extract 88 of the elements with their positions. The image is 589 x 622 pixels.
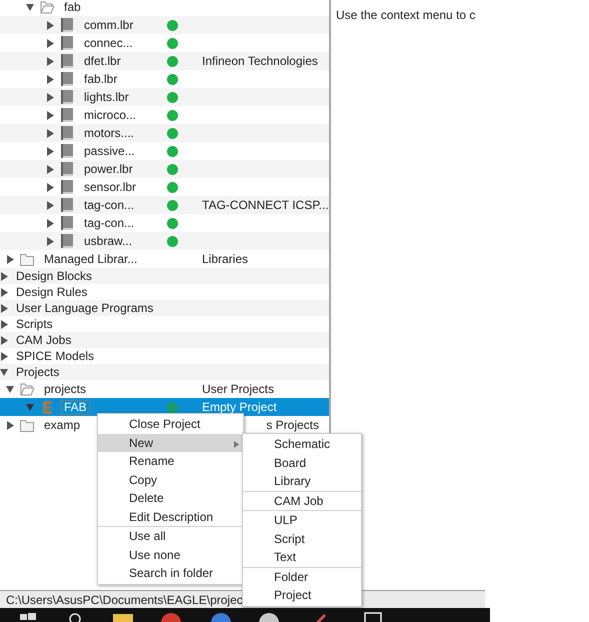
menu-item[interactable]: Library [243,472,361,490]
collapse-arrow-icon[interactable] [46,236,54,246]
item-name[interactable]: Projects [14,366,62,378]
menu-item[interactable]: Folder [243,566,361,586]
menu-item[interactable]: Edit Description [98,508,243,526]
item-description: Infineon Technologies [202,54,318,68]
item-name[interactable]: fab.lbr [82,72,120,86]
menu-item[interactable]: ULP [243,510,361,530]
item-description: TAG-CONNECT ICSP... [202,198,329,212]
item-name[interactable]: projects [42,382,88,396]
collapse-arrow-icon[interactable] [0,288,8,296]
menu-item[interactable]: Search in folder [98,564,243,582]
expand-arrow-icon[interactable] [26,2,34,12]
item-name[interactable]: fab [62,0,83,14]
collapse-arrow-icon[interactable] [46,56,54,66]
item-name[interactable]: usbraw... [82,234,134,248]
collapse-arrow-icon[interactable] [0,304,8,312]
book-icon [60,125,74,141]
item-name[interactable]: tag-con... [82,198,136,212]
collapse-arrow-icon[interactable] [46,38,54,48]
item-description: Empty Project [202,400,277,414]
menu-item[interactable]: Schematic [243,435,361,454]
book-icon [60,35,74,51]
book-icon [60,215,74,231]
item-name[interactable]: sensor.lbr [82,180,138,194]
book-icon [60,179,74,195]
menu-item[interactable]: Board [243,454,361,472]
item-name[interactable]: connec... [82,36,135,50]
book-icon [60,71,74,87]
item-name[interactable]: dfet.lbr [82,54,123,68]
item-name[interactable]: CAM Jobs [14,334,74,346]
item-name[interactable]: passive... [82,144,137,158]
expand-arrow-icon[interactable] [26,402,34,412]
item-name[interactable]: lights.lbr [82,90,131,104]
expand-arrow-icon[interactable] [0,368,8,376]
item-description: User Projects [202,382,274,396]
search-icon[interactable] [68,612,82,622]
book-icon [60,161,74,177]
item-name[interactable]: examp [42,418,82,432]
item-name[interactable]: motors.... [82,126,136,140]
submenu-arrow-icon [234,440,239,448]
collapse-arrow-icon[interactable] [0,320,8,328]
item-description: s Projects [266,418,319,432]
collapse-arrow-icon[interactable] [6,420,14,430]
info-text: Use the context menu to c [336,8,476,22]
item-name[interactable]: power.lbr [82,162,135,176]
book-icon [60,107,74,123]
book-icon [60,233,74,249]
menu-item[interactable]: New [98,434,243,452]
project-icon [40,399,54,415]
collapse-arrow-icon[interactable] [46,164,54,174]
book-icon [60,89,74,105]
book-icon [60,17,74,33]
collapse-arrow-icon[interactable] [6,254,14,264]
item-description: Libraries [202,252,248,266]
collapse-arrow-icon[interactable] [46,146,54,156]
collapse-arrow-icon[interactable] [46,128,54,138]
menu-item[interactable]: Copy [98,470,243,489]
menu-item[interactable]: CAM Job [243,490,361,510]
item-name[interactable]: FAB [62,400,89,414]
item-name[interactable]: microco... [82,108,138,122]
menu-item[interactable]: Rename [98,452,243,470]
book-icon [60,53,74,69]
collapse-arrow-icon[interactable] [0,336,8,344]
item-name[interactable]: Scripts [14,318,55,330]
collapse-arrow-icon[interactable] [0,352,8,360]
collapse-arrow-icon[interactable] [46,200,54,210]
collapse-arrow-icon[interactable] [46,92,54,102]
book-icon [60,197,74,213]
collapse-arrow-icon[interactable] [46,218,54,228]
item-name[interactable]: SPICE Models [14,350,96,362]
collapse-arrow-icon[interactable] [0,272,8,280]
menu-item[interactable]: Script [243,530,361,548]
menu-item[interactable]: Use none [98,546,243,564]
collapse-arrow-icon[interactable] [46,110,54,120]
expand-arrow-icon[interactable] [6,384,14,394]
item-name[interactable]: Design Blocks [14,270,94,282]
item-name[interactable]: Design Rules [14,286,90,298]
menu-item[interactable]: Delete [98,489,243,508]
collapse-arrow-icon[interactable] [46,74,54,84]
item-name[interactable]: tag-con... [82,216,136,230]
menu-item[interactable]: Text [243,548,361,566]
collapse-arrow-icon[interactable] [46,182,54,192]
item-name[interactable]: Managed Librar... [42,252,140,266]
book-icon [60,143,74,159]
menu-item[interactable]: Close Project [98,415,243,434]
item-name[interactable]: comm.lbr [82,18,136,32]
collapse-arrow-icon[interactable] [46,20,54,30]
